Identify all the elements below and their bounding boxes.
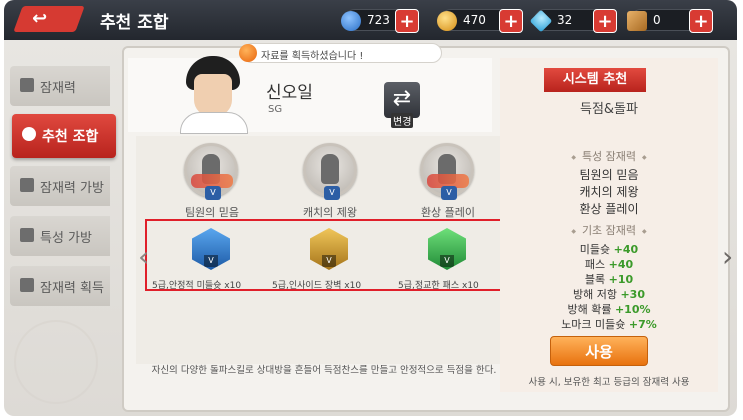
resource-diamond: 32 + <box>529 9 617 33</box>
sidebar-item-potential-acquire[interactable]: 잠재력 획득 <box>10 266 110 306</box>
back-button[interactable]: ↩ <box>13 6 85 32</box>
stat-row: 방해 저항 +30 <box>500 286 718 302</box>
player-position: SG <box>268 104 283 115</box>
add-diamond-button[interactable]: + <box>593 9 617 33</box>
stat-value: +30 <box>620 288 645 301</box>
section-label: 기초 잠재력 <box>581 224 637 237</box>
tier-badge: V <box>441 186 457 200</box>
stat-name: 패스 <box>584 258 606 271</box>
potential-label: 팀원의 믿음 <box>184 206 240 219</box>
resource-gold-coin: 470 + <box>437 9 523 33</box>
potential-catch-king-icon[interactable]: V <box>303 143 357 200</box>
sidebar-item-label: 잠재력 가방 <box>40 181 104 196</box>
resource-blue-orb: 723 + <box>341 9 419 33</box>
document-icon <box>20 178 34 192</box>
stat-name: 노마크 미들슛 <box>561 318 626 331</box>
sidebar-item-potential-bag[interactable]: 잠재력 가방 <box>10 166 110 206</box>
stat-name: 미들슛 <box>579 243 611 256</box>
sidebar-item-label: 추천 조합 <box>42 129 99 145</box>
use-note: 사용 시, 보유한 최고 등급의 잠재력 사용 <box>528 377 690 388</box>
stat-row: 패스 +40 <box>500 256 718 272</box>
potential-label: 환상 플레이 <box>420 206 476 219</box>
use-button[interactable]: 사용 <box>550 336 648 366</box>
skill-label: 5급,정교한 패스 x10 <box>398 281 479 291</box>
ticket-value: 0 <box>653 13 661 27</box>
stat-value: +10 <box>608 273 634 286</box>
stat-name: 방해 저항 <box>572 288 617 301</box>
section-label: 특성 잠재력 <box>581 150 637 163</box>
stack-icon <box>20 278 34 292</box>
base-section-title: 기초 잠재력 <box>500 222 718 238</box>
tier-badge: V <box>322 255 336 267</box>
stat-value: +40 <box>613 243 639 256</box>
stat-row: 미들슛 +40 <box>500 241 718 257</box>
right-arrow-icon[interactable]: › <box>722 240 733 273</box>
stat-row: 방해 확률 +10% <box>500 301 718 317</box>
diamond-value: 32 <box>557 13 573 27</box>
stat-row: 노마크 미들슛 +7% <box>500 316 718 332</box>
ticket-icon <box>627 11 647 31</box>
screen-title: 추천 조합 <box>100 13 169 33</box>
stat-value: +40 <box>608 258 634 271</box>
system-recommend-badge: 시스템 추천 <box>544 68 646 92</box>
add-ticket-button[interactable]: + <box>689 9 713 33</box>
gold-coin-icon <box>437 11 457 31</box>
sidebar-item-label: 잠재력 <box>40 81 76 96</box>
stat-row: 블록 +10 <box>500 271 718 287</box>
trait-item: 환상 플레이 <box>579 202 639 216</box>
stat-name: 방해 확률 <box>567 303 612 316</box>
potential-fantasy-play-icon[interactable]: V <box>420 143 474 200</box>
tier-badge: V <box>440 255 454 267</box>
change-label: 변경 <box>391 113 414 128</box>
sidebar-item-recommended-combo[interactable]: 추천 조합 <box>12 114 116 158</box>
notice-toast: 자료를 획득하셨습니다 ! <box>239 43 442 63</box>
sidebar-item-label: 잠재력 획득 <box>40 281 104 296</box>
player-portrait <box>174 52 254 134</box>
diamond-icon <box>529 9 553 33</box>
basketball-watermark <box>14 320 98 404</box>
add-blue-orb-button[interactable]: + <box>395 9 419 33</box>
portrait-body <box>180 112 248 134</box>
skill-label: 5급,안정적 미들슛 x10 <box>152 281 242 291</box>
potential-team-trust-icon[interactable]: V <box>184 143 238 200</box>
sidebar-item-potential[interactable]: 잠재력 <box>10 66 110 106</box>
blue-orb-value: 723 <box>367 13 390 27</box>
document-icon <box>20 228 34 242</box>
user-icon <box>22 127 36 141</box>
sidebar-item-trait-bag[interactable]: 특성 가방 <box>10 216 110 256</box>
blue-orb-icon <box>341 11 361 31</box>
left-arrow-icon[interactable]: ‹ <box>138 240 149 273</box>
trait-section-title: 특성 잠재력 <box>500 148 718 164</box>
recommend-style: 득점&돌파 <box>580 102 638 117</box>
trait-item: 팀원의 믿음 <box>579 168 639 182</box>
stat-name: 블록 <box>584 273 606 286</box>
combo-description: 자신의 다양한 돌파스킬로 상대방을 흔들어 득점찬스를 만들고 안정적으로 득… <box>151 365 497 376</box>
top-bar: ↩ 추천 조합 723 + 470 + 32 + 0 + <box>4 0 737 40</box>
stat-value: +7% <box>628 318 657 331</box>
gold-coin-value: 470 <box>463 13 486 27</box>
add-gold-coin-button[interactable]: + <box>499 9 523 33</box>
game-screen: ↩ 추천 조합 723 + 470 + 32 + 0 + 잠재력 추천 조합 잠… <box>4 0 737 416</box>
sidebar-item-label: 특성 가방 <box>40 231 92 246</box>
trait-item: 캐치의 제왕 <box>579 185 639 199</box>
stat-value: +10% <box>614 303 651 316</box>
tier-badge: V <box>205 186 221 200</box>
player-name: 신오일 <box>266 83 313 103</box>
tier-badge: V <box>324 186 340 200</box>
skill-label: 5급,인사이드 장벽 x10 <box>272 281 362 291</box>
swap-icon: ⇄ <box>392 86 412 111</box>
player-silhouette <box>321 154 339 184</box>
back-arrow-icon: ↩ <box>32 8 48 29</box>
tier-badge: V <box>204 255 218 267</box>
resource-ticket: 0 + <box>627 9 713 33</box>
potential-label: 캐치의 제왕 <box>302 206 358 219</box>
portrait-face <box>194 74 232 116</box>
potential-icon <box>20 78 34 92</box>
notice-text: 자료를 획득하셨습니다 ! <box>261 51 364 62</box>
